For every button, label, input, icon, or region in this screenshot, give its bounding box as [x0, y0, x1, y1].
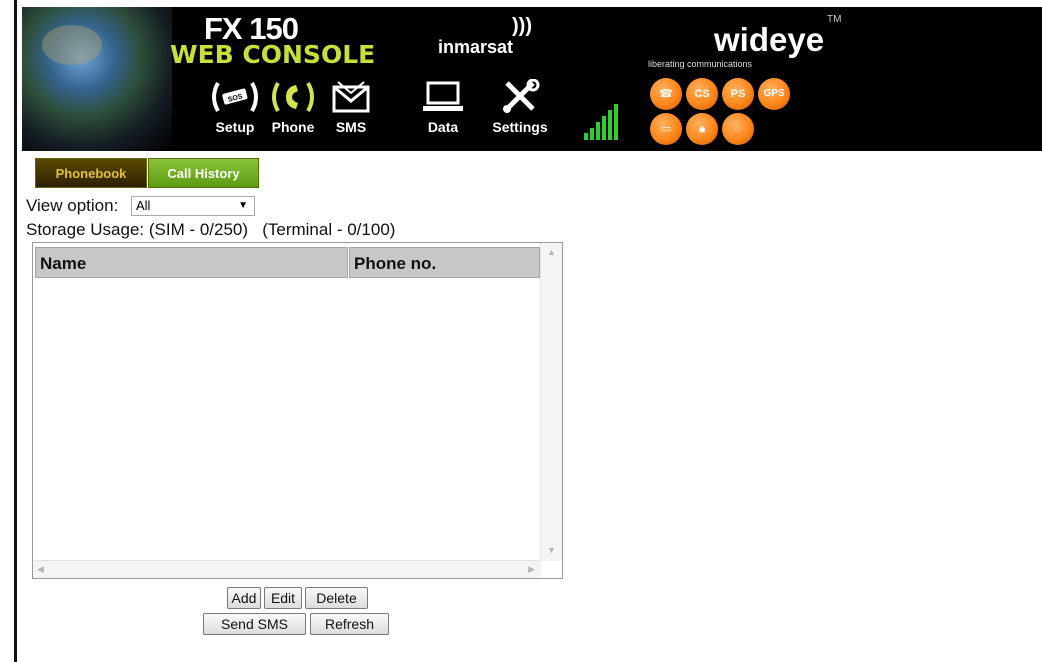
storage-sim: Storage Usage: (SIM - 0/250)	[26, 220, 249, 239]
laptop-icon	[423, 81, 463, 111]
tools-icon	[503, 79, 540, 113]
ps-status-icon: PS	[722, 78, 754, 110]
sos-icon: SOS	[212, 82, 258, 112]
vertical-scrollbar[interactable]: ▲ ▼	[540, 243, 562, 561]
scroll-up-icon[interactable]: ▲	[547, 247, 556, 257]
nav-sms-label: SMS	[335, 119, 367, 135]
inmarsat-logo: inmarsat	[438, 37, 514, 57]
refresh-button[interactable]: Refresh	[310, 613, 389, 635]
column-header-name[interactable]: Name	[35, 247, 348, 278]
nav-data-label: Data	[427, 119, 459, 135]
wireless-status-icon: ◌	[722, 113, 754, 145]
view-option-value: All	[136, 198, 151, 213]
globe-image	[22, 7, 172, 151]
trademark-mark: TM	[827, 14, 842, 25]
gps-status-icon: GPS	[758, 78, 790, 110]
product-subtitle: WEB CONSOLE	[170, 40, 376, 69]
call-status-icon: ☎	[650, 78, 682, 110]
signal-strength-icon	[584, 104, 618, 140]
view-option-label: View option:	[26, 196, 119, 215]
phone-icon	[272, 82, 314, 112]
storage-usage: Storage Usage: (SIM - 0/250) (Terminal -…	[26, 220, 395, 240]
delete-button[interactable]: Delete	[305, 587, 368, 609]
scroll-down-icon[interactable]: ▼	[547, 545, 556, 555]
lock-status-icon: 🔒︎	[686, 113, 718, 145]
storage-terminal: (Terminal - 0/100)	[262, 220, 396, 239]
column-header-phone[interactable]: Phone no.	[349, 247, 540, 278]
left-border-rule	[14, 0, 17, 662]
send-sms-button[interactable]: Send SMS	[203, 613, 306, 635]
horizontal-scrollbar[interactable]: ◀ ▶	[33, 560, 541, 578]
cs-status-icon: CS	[686, 78, 718, 110]
computer-status-icon: ▭	[650, 113, 682, 145]
edit-button[interactable]: Edit	[264, 587, 302, 609]
add-button[interactable]: Add	[227, 587, 261, 609]
nav-settings[interactable]: Settings	[485, 79, 555, 143]
wideye-logo: wideye	[714, 21, 825, 58]
header-banner: FX 150 WEB CONSOLE SOS Setup Phone SMS D…	[22, 7, 1042, 151]
envelope-icon	[332, 81, 370, 113]
inmarsat-signal-icon: )))	[512, 15, 532, 37]
tab-phonebook[interactable]: Phonebook	[35, 158, 147, 188]
scroll-left-icon[interactable]: ◀	[37, 564, 44, 575]
nav-data[interactable]: Data	[408, 79, 478, 143]
tab-call-history[interactable]: Call History	[148, 158, 259, 188]
chevron-down-icon: ▼	[238, 200, 248, 211]
nav-sms[interactable]: SMS	[316, 79, 386, 143]
scroll-right-icon[interactable]: ▶	[528, 564, 535, 575]
view-option-select[interactable]: All ▼	[131, 196, 255, 216]
nav-settings-label: Settings	[492, 119, 548, 135]
phonebook-table: Name Phone no. ▲ ▼ ◀ ▶	[32, 242, 563, 579]
brand-tagline: liberating communications	[648, 59, 753, 69]
